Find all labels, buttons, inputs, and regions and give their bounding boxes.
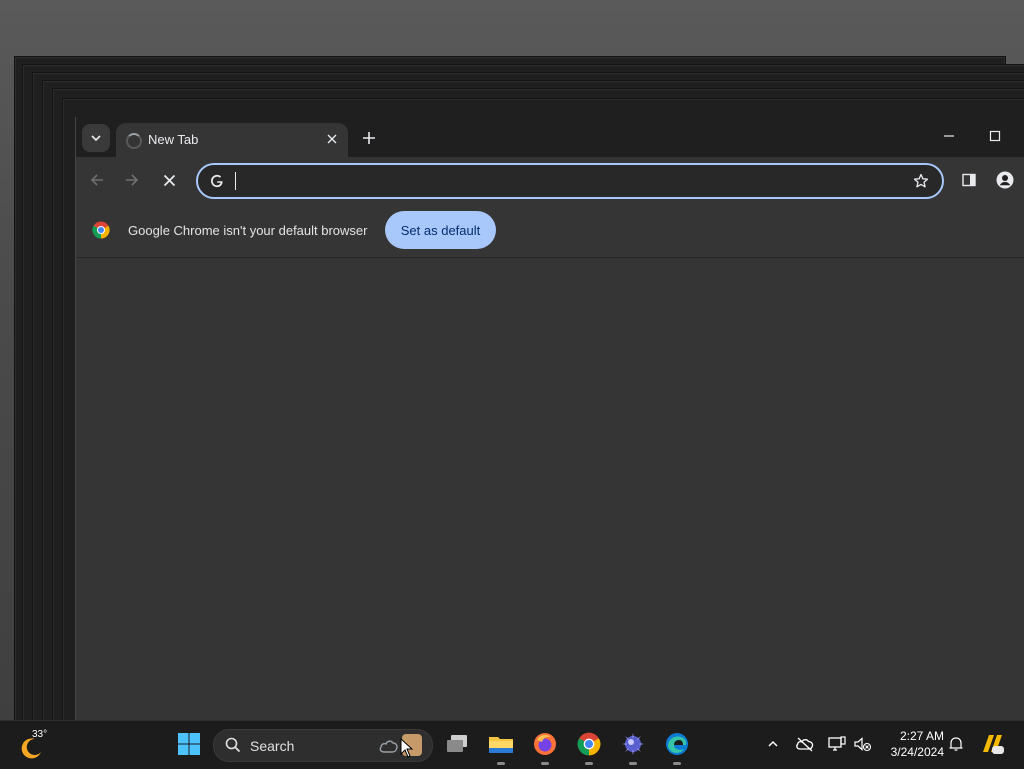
minimize-icon xyxy=(944,135,954,137)
maximize-icon xyxy=(989,130,1001,142)
tab-search-button[interactable] xyxy=(82,124,110,152)
task-view-button[interactable] xyxy=(442,729,472,759)
set-as-default-button[interactable]: Set as default xyxy=(385,211,496,249)
star-icon xyxy=(913,173,929,188)
running-indicator xyxy=(585,762,593,765)
close-icon xyxy=(327,134,337,144)
copilot-icon xyxy=(983,735,1004,754)
chrome-logo-icon xyxy=(92,221,110,239)
text-caret xyxy=(235,172,236,190)
clock-time: 2:27 AM xyxy=(899,729,944,743)
back-button[interactable] xyxy=(84,167,110,193)
show-hidden-icons-button[interactable] xyxy=(762,733,784,755)
running-indicator xyxy=(497,762,505,765)
side-panel-button[interactable] xyxy=(956,167,982,193)
onedrive-button[interactable] xyxy=(794,733,816,755)
mouse-cursor-icon xyxy=(400,738,414,758)
edge-icon xyxy=(666,733,688,755)
search-icon xyxy=(225,737,241,753)
default-browser-infobar: Google Chrome isn't your default browser… xyxy=(76,203,1024,258)
taskbar: 33° Search 2:27 AM 3/24/2024 xyxy=(0,720,1024,769)
weather-widget[interactable]: 33° xyxy=(16,727,56,763)
speaker-muted-icon xyxy=(854,737,872,752)
tab-new-tab[interactable]: New Tab xyxy=(116,123,348,157)
minimize-button[interactable] xyxy=(936,125,962,147)
bookmark-star-button[interactable] xyxy=(912,172,930,190)
file-explorer-icon xyxy=(489,737,513,753)
weather-temperature: 33° xyxy=(32,729,48,740)
chrome-icon xyxy=(577,732,601,756)
arrow-left-icon xyxy=(90,174,103,186)
address-input[interactable] xyxy=(232,168,896,196)
start-icon xyxy=(178,733,200,755)
app-icon xyxy=(622,733,644,755)
close-icon xyxy=(163,174,175,186)
chrome-button[interactable] xyxy=(574,729,604,765)
volume-button[interactable] xyxy=(852,733,874,755)
forward-button[interactable] xyxy=(119,167,145,193)
notifications-button[interactable] xyxy=(945,733,967,755)
infobar-message: Google Chrome isn't your default browser xyxy=(128,223,368,238)
clock-date: 3/24/2024 xyxy=(890,745,944,759)
task-view-icon xyxy=(447,735,467,752)
network-button[interactable] xyxy=(826,733,848,755)
plus-icon xyxy=(363,132,375,144)
google-g-icon xyxy=(208,172,226,190)
toolbar xyxy=(76,157,1024,203)
edge-button[interactable] xyxy=(662,729,692,765)
bell-icon xyxy=(949,737,963,751)
network-icon xyxy=(828,736,846,751)
address-bar[interactable] xyxy=(196,163,944,199)
firefox-button[interactable] xyxy=(530,729,560,765)
side-panel-icon xyxy=(962,173,976,187)
firefox-icon xyxy=(534,733,556,755)
start-button[interactable] xyxy=(174,729,204,759)
copilot-button[interactable] xyxy=(978,731,1006,757)
page-content xyxy=(76,258,1024,720)
chevron-down-icon xyxy=(91,135,101,142)
loading-spinner-icon xyxy=(126,133,142,149)
browser-window: New Tab Google Chrome isn't your default… xyxy=(75,117,1024,720)
profile-button[interactable] xyxy=(992,167,1018,193)
running-indicator xyxy=(629,762,637,765)
cloud-icon xyxy=(379,740,398,753)
tab-title: New Tab xyxy=(148,132,199,147)
title-bar: New Tab xyxy=(76,117,1024,157)
running-indicator xyxy=(673,762,681,765)
file-explorer-button[interactable] xyxy=(486,729,516,765)
stop-loading-button[interactable] xyxy=(156,167,182,193)
tab-close-button[interactable] xyxy=(324,131,340,147)
running-indicator xyxy=(541,762,549,765)
app-button[interactable] xyxy=(618,729,648,765)
arrow-right-icon xyxy=(126,174,139,186)
chevron-up-icon xyxy=(768,740,778,747)
search-label: Search xyxy=(250,738,295,754)
cloud-offline-icon xyxy=(796,737,814,752)
new-tab-button[interactable] xyxy=(358,127,380,149)
avatar-icon xyxy=(996,171,1014,189)
maximize-button[interactable] xyxy=(982,125,1008,147)
taskbar-clock[interactable]: 2:27 AM 3/24/2024 xyxy=(882,728,944,760)
